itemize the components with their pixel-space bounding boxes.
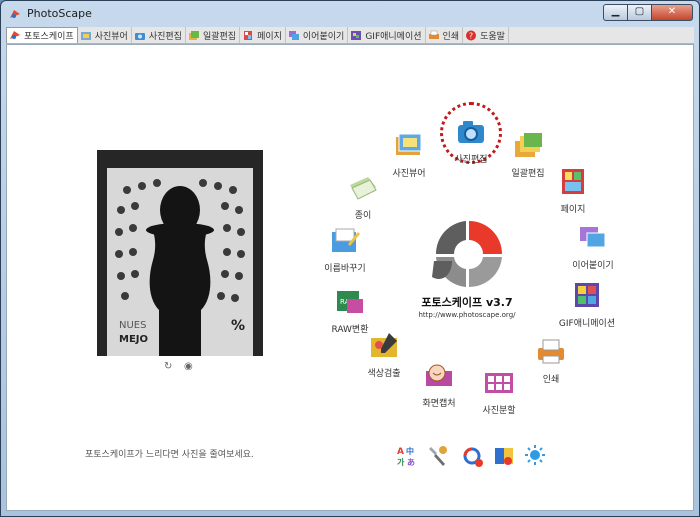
- menu-item-label: GIF애니메이션: [558, 319, 616, 329]
- minimize-button[interactable]: ▁: [603, 4, 628, 21]
- tab-print[interactable]: 인쇄: [426, 27, 464, 43]
- tab-label: 이어붙이기: [302, 31, 345, 42]
- tab-combine[interactable]: 이어붙이기: [286, 27, 349, 43]
- rename-icon: [332, 228, 360, 252]
- tab-label: 페이지: [257, 31, 282, 42]
- tab-label: 인쇄: [442, 31, 460, 42]
- menu-item-animated-gif[interactable]: GIF애니메이션: [547, 281, 627, 329]
- help-icon: ?: [466, 30, 477, 40]
- photoscape-logo-icon: [432, 221, 502, 288]
- tab-page[interactable]: 페이지: [240, 27, 286, 43]
- combine-icon: [580, 227, 606, 248]
- menu-item-paper-print[interactable]: 종이: [323, 173, 403, 221]
- color-picker-icon: [371, 333, 397, 357]
- page-icon: [244, 30, 253, 40]
- home-panel: NUES MEJO % ↻ ◉ 사진편집 일괄편집 페이지 이어붙이기 GIF애…: [6, 44, 694, 511]
- menu-item-page[interactable]: 페이지: [533, 167, 613, 215]
- photo-sign-text-1: NUES: [119, 320, 146, 331]
- menu-item-label: 종이: [354, 211, 372, 221]
- print-icon: [538, 339, 564, 364]
- batch-icon: [515, 133, 542, 157]
- tab-editor[interactable]: 사진편집: [132, 27, 186, 43]
- svg-text:?: ?: [469, 31, 473, 40]
- view-photo-icon[interactable]: ◉: [184, 361, 193, 372]
- editor-icon: [134, 32, 145, 40]
- menu-item-label: 색상검출: [367, 369, 401, 379]
- menu-item-raw-converter[interactable]: RAW RAW변환: [310, 287, 390, 335]
- menu-item-label: RAW변환: [331, 325, 369, 335]
- page-icon: [562, 169, 584, 194]
- svg-text:あ: あ: [407, 458, 415, 467]
- menu-item-viewer[interactable]: 사진뷰어: [369, 131, 449, 179]
- window-controls: ▁ ▢ ✕: [603, 4, 693, 22]
- app-window: PhotoScape ▁ ▢ ✕ 포토스케이프 사진뷰어 사진편집 일괄편집 페…: [0, 0, 700, 517]
- photoscape-app-icon: [10, 10, 20, 18]
- menu-item-label: 이어붙이기: [572, 261, 614, 271]
- combine-icon: [288, 30, 299, 40]
- brand-block: 포토스케이프 v3.7 http://www.photoscape.org/: [397, 294, 537, 319]
- performance-tip: 포토스케이프가 느리다면 사진을 줄여보세요.: [85, 450, 254, 460]
- photo-sign-text-2: MEJO: [119, 334, 148, 345]
- language-icon[interactable]: A 中 가 あ: [396, 444, 418, 468]
- refresh-photo-icon[interactable]: ↻: [164, 361, 172, 372]
- tab-viewer[interactable]: 사진뷰어: [78, 27, 132, 43]
- tab-bar: 포토스케이프 사진뷰어 사진편집 일괄편집 페이지 이어붙이기 GIF애니메이션: [6, 27, 694, 44]
- tab-help[interactable]: ? 도움말: [463, 27, 509, 43]
- menu-item-color-picker[interactable]: 색상검출: [344, 331, 424, 379]
- menu-item-combine[interactable]: 이어붙이기: [553, 223, 633, 271]
- menu-item-label: 화면캡처: [422, 399, 456, 409]
- photoscape-logo-icon: [10, 31, 20, 39]
- tab-label: 포토스케이프: [24, 32, 74, 42]
- tab-label: 도움말: [480, 31, 505, 42]
- svg-text:A: A: [397, 447, 404, 457]
- sample-photo-image: NUES MEJO %: [97, 150, 263, 356]
- photo-sign-text-3: %: [231, 318, 245, 334]
- tab-label: GIF애니메이션: [365, 31, 422, 42]
- svg-text:中: 中: [406, 446, 414, 456]
- tab-gif[interactable]: GIF애니메이션: [348, 27, 426, 43]
- maximize-icon: ▢: [634, 6, 645, 17]
- gif-icon: [575, 283, 599, 307]
- screen-capture-icon: [426, 364, 452, 386]
- menu-item-rename[interactable]: 이름바꾸기: [305, 226, 385, 274]
- viewer-icon: [396, 133, 422, 155]
- batch-icon: [188, 30, 199, 40]
- brightness-icon[interactable]: [524, 444, 546, 468]
- gif-icon: [351, 30, 362, 40]
- tool-shortcuts: A 中 가 あ: [396, 444, 546, 470]
- menu-item-label: 이름바꾸기: [324, 264, 366, 274]
- brand-title: 포토스케이프 v3.7: [421, 296, 513, 309]
- tab-photoscape[interactable]: 포토스케이프: [6, 27, 78, 43]
- tab-batch[interactable]: 일괄편집: [186, 27, 241, 43]
- face-search-icon[interactable]: [462, 444, 484, 468]
- tools-icon[interactable]: [427, 444, 449, 468]
- menu-item-label: 사진뷰어: [392, 169, 426, 179]
- window-title: PhotoScape: [27, 7, 92, 20]
- tab-label: 사진편집: [148, 31, 182, 42]
- sample-photo[interactable]: NUES MEJO %: [97, 150, 263, 356]
- title-bar[interactable]: PhotoScape ▁ ▢ ✕: [1, 1, 699, 27]
- tab-label: 일괄편집: [202, 31, 237, 42]
- splitter-icon: [485, 373, 513, 393]
- raw-converter-icon: RAW: [337, 291, 363, 313]
- tab-label: 사진뷰어: [94, 31, 128, 42]
- print-icon: [428, 30, 439, 39]
- editor-icon: [458, 121, 484, 143]
- viewer-icon: [80, 31, 91, 40]
- filter-icon[interactable]: [493, 444, 515, 468]
- minimize-icon: ▁: [611, 6, 620, 17]
- menu-item-label: 페이지: [560, 205, 586, 215]
- maximize-button[interactable]: ▢: [627, 4, 652, 21]
- brand-url[interactable]: http://www.photoscape.org/: [397, 311, 537, 319]
- close-icon: ✕: [667, 6, 677, 17]
- svg-text:가: 가: [397, 457, 405, 467]
- close-button[interactable]: ✕: [651, 4, 693, 21]
